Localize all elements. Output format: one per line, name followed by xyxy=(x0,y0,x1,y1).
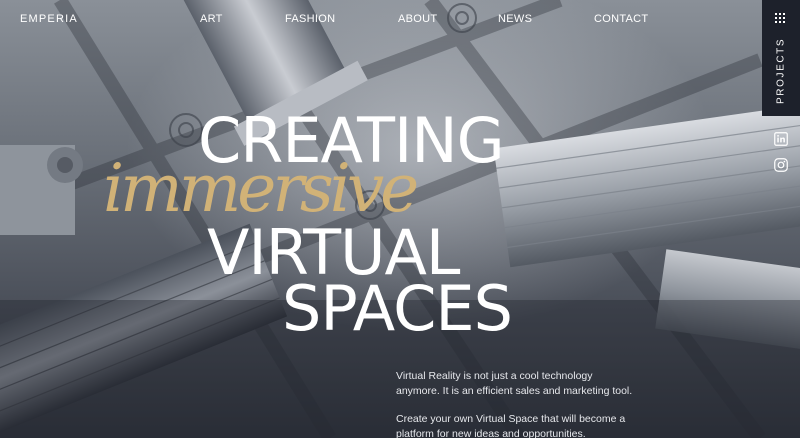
intro-copy: Virtual Reality is not just a cool techn… xyxy=(396,369,646,438)
nav-link-contact[interactable]: CONTACT xyxy=(594,13,648,25)
projects-label: PROJECTS xyxy=(775,37,787,105)
top-navigation: EMPERIA ART FASHION ABOUT NEWS CONTACT xyxy=(20,13,760,29)
grid-icon xyxy=(775,13,787,25)
projects-tab[interactable]: PROJECTS xyxy=(762,0,800,116)
intro-p1-line1: Virtual Reality is not just a cool techn… xyxy=(396,370,593,382)
nav-link-art[interactable]: ART xyxy=(200,13,223,25)
intro-p1-line2: anymore. It is an efficient sales and ma… xyxy=(396,385,633,397)
instagram-icon[interactable] xyxy=(774,158,788,172)
linkedin-icon[interactable] xyxy=(774,132,788,146)
intro-paragraph-1: Virtual Reality is not just a cool techn… xyxy=(396,369,646,399)
intro-p2-line2: platform for new ideas and opportunities… xyxy=(396,428,586,438)
right-rail: PROJECTS xyxy=(762,0,800,438)
nav-link-about[interactable]: ABOUT xyxy=(398,13,437,25)
nav-link-news[interactable]: NEWS xyxy=(498,13,532,25)
intro-p2-line1: Create your own Virtual Space that will … xyxy=(396,413,626,425)
nav-link-fashion[interactable]: FASHION xyxy=(285,13,335,25)
intro-paragraph-2: Create your own Virtual Space that will … xyxy=(396,412,646,438)
brand-logo[interactable]: EMPERIA xyxy=(20,13,78,25)
